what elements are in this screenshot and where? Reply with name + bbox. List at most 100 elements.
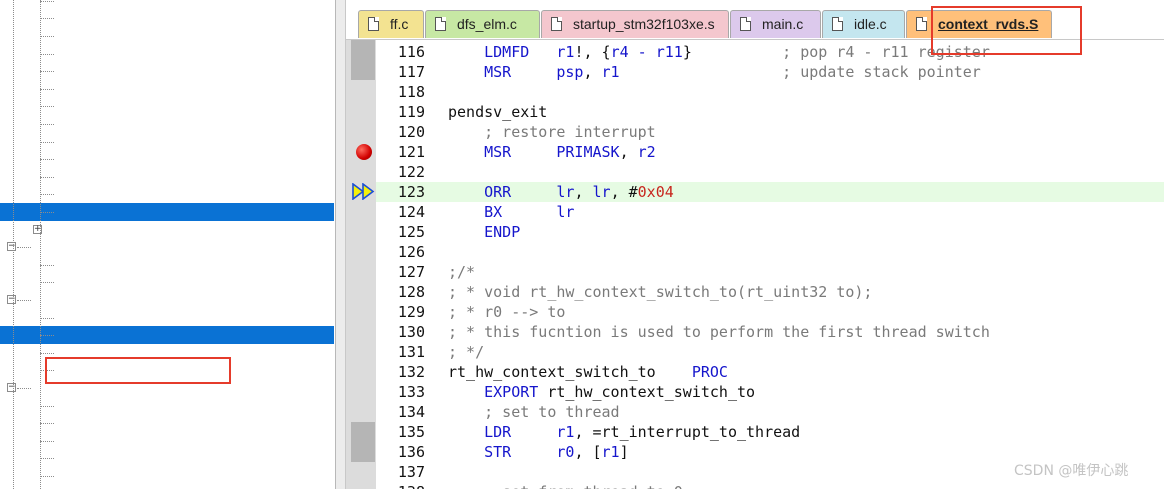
code-line[interactable]: 130 ; * this fucntion is used to perform … bbox=[376, 322, 1164, 342]
tab-startup-stm32f103xe-s[interactable]: startup_stm32f103xe.s bbox=[541, 10, 729, 38]
line-number: 118 bbox=[397, 83, 425, 101]
code-text: ;/* bbox=[448, 263, 476, 281]
collapse-toggle-icon[interactable]: − bbox=[7, 383, 16, 392]
line-number: 135 bbox=[397, 423, 425, 441]
line-number: 127 bbox=[397, 263, 425, 281]
tree-connector bbox=[17, 300, 31, 301]
line-number: 134 bbox=[397, 403, 425, 421]
collapse-toggle-icon[interactable]: − bbox=[7, 295, 16, 304]
code-line[interactable]: 117 MSR psp, r1 ; update stack pointer bbox=[376, 62, 1164, 82]
code-line[interactable]: 119 pendsv_exit bbox=[376, 102, 1164, 122]
tree-connector bbox=[40, 423, 54, 425]
tab-idle-c[interactable]: idle.c bbox=[822, 10, 905, 38]
code-line[interactable]: 134 ; set to thread bbox=[376, 402, 1164, 422]
tab-ff-c[interactable]: ff.c bbox=[358, 10, 424, 38]
tree-connector bbox=[40, 141, 54, 143]
tab-dfs-elm-c[interactable]: dfs_elm.c bbox=[425, 10, 540, 38]
code-line[interactable]: 133 EXPORT rt_hw_context_switch_to bbox=[376, 382, 1164, 402]
watermark: CSDN @唯伊心跳 bbox=[1014, 463, 1129, 479]
line-number: 126 bbox=[397, 243, 425, 261]
code-line[interactable]: 131 ; */ bbox=[376, 342, 1164, 362]
line-number: 131 bbox=[397, 343, 425, 361]
tab-label: dfs_elm.c bbox=[457, 16, 517, 32]
breakpoint-icon[interactable] bbox=[356, 144, 372, 160]
code-line[interactable]: 127 ;/* bbox=[376, 262, 1164, 282]
tree-connector bbox=[40, 124, 54, 125]
line-number: 132 bbox=[397, 363, 425, 381]
code-text: ; * r0 --> to bbox=[448, 303, 566, 321]
tree-connector bbox=[40, 0, 54, 2]
tree-connector bbox=[40, 36, 54, 37]
file-icon bbox=[907, 11, 933, 38]
tree-connector bbox=[40, 440, 54, 442]
code-line[interactable]: 132 rt_hw_context_switch_to PROC bbox=[376, 362, 1164, 382]
tree-connector bbox=[40, 352, 54, 354]
code-line[interactable]: 138 ; set from thread to 0 bbox=[376, 482, 1164, 489]
code-line[interactable]: 128 ; * void rt_hw_context_switch_to(rt_u… bbox=[376, 282, 1164, 302]
line-number: 137 bbox=[397, 463, 425, 481]
code-line[interactable]: 136 STR r0, [r1] bbox=[376, 442, 1164, 462]
code-text: ; */ bbox=[448, 343, 485, 361]
code-line[interactable]: 118 bbox=[376, 82, 1164, 102]
tree-trunk bbox=[13, 0, 14, 489]
line-number: 124 bbox=[397, 203, 425, 221]
code-text: pendsv_exit bbox=[448, 103, 548, 121]
register-row-xpsr[interactable] bbox=[0, 221, 334, 239]
code-line[interactable]: 120 ; restore interrupt bbox=[376, 122, 1164, 142]
tree-connector bbox=[17, 247, 31, 249]
code-text: ORR lr, lr, #0x04 bbox=[484, 183, 674, 201]
register-group-system[interactable] bbox=[0, 291, 334, 309]
code-line[interactable]: 135 LDR r1, =rt_interrupt_to_thread bbox=[376, 422, 1164, 442]
collapse-toggle-icon[interactable]: − bbox=[7, 242, 16, 252]
code-text: rt_hw_context_switch_to PROC bbox=[448, 363, 728, 381]
tree-connector bbox=[40, 71, 54, 73]
tree-connector bbox=[40, 176, 54, 178]
panel-splitter[interactable] bbox=[336, 0, 346, 489]
tree-connector bbox=[40, 53, 54, 55]
code-text: LDR r1, =rt_interrupt_to_thread bbox=[484, 423, 801, 441]
tree-connector bbox=[40, 335, 54, 337]
tree-connector bbox=[40, 282, 54, 284]
code-line[interactable]: 121 MSR PRIMASK, r2 bbox=[376, 142, 1164, 162]
line-number: 133 bbox=[397, 383, 425, 401]
code-line[interactable]: 122 bbox=[376, 162, 1164, 182]
tree-connector bbox=[17, 388, 31, 389]
active-tab-highlight-box bbox=[931, 6, 1082, 55]
code-text: ; set from thread to 0 bbox=[448, 482, 683, 489]
line-number: 121 bbox=[397, 143, 425, 161]
line-number: 138 bbox=[376, 482, 425, 489]
code-text: MSR psp, r1 ; update stack pointer bbox=[484, 63, 981, 81]
tree-connector bbox=[40, 88, 54, 90]
current-line-arrow-icon bbox=[352, 183, 375, 200]
code-line[interactable]: 129 ; * r0 --> to bbox=[376, 302, 1164, 322]
register-group-banked[interactable] bbox=[0, 238, 334, 256]
tree-connector bbox=[40, 458, 54, 460]
tab-main-c[interactable]: main.c bbox=[730, 10, 821, 38]
line-number: 125 bbox=[397, 223, 425, 241]
line-number: 116 bbox=[397, 43, 425, 61]
code-line[interactable]: 124 BX lr bbox=[376, 202, 1164, 222]
code-line[interactable]: 125 ENDP bbox=[376, 222, 1164, 242]
code-text: BX lr bbox=[484, 203, 575, 221]
file-icon bbox=[823, 11, 849, 38]
tree-connector bbox=[40, 194, 54, 196]
code-text: LDMFD r1!, {r4 - r11} ; pop r4 - r11 reg… bbox=[484, 43, 990, 61]
code-text: STR r0, [r1] bbox=[484, 443, 629, 461]
registers-panel: + − − − bbox=[0, 0, 336, 489]
code-line[interactable]: 126 bbox=[376, 242, 1164, 262]
code-text: ; * void rt_hw_context_switch_to(rt_uint… bbox=[448, 283, 873, 301]
file-icon bbox=[542, 11, 568, 38]
tree-connector bbox=[40, 159, 54, 161]
tab-label: idle.c bbox=[854, 16, 887, 32]
file-icon bbox=[359, 11, 385, 38]
line-number: 128 bbox=[397, 283, 425, 301]
code-text: MSR PRIMASK, r2 bbox=[484, 143, 656, 161]
code-editor[interactable]: 116 LDMFD r1!, {r4 - r11} ; pop r4 - r11… bbox=[376, 40, 1164, 489]
tab-label: main.c bbox=[762, 16, 804, 32]
tree-connector bbox=[40, 476, 54, 477]
tree-branch bbox=[40, 0, 41, 489]
line-number: 123 bbox=[397, 183, 425, 201]
line-number: 130 bbox=[397, 323, 425, 341]
code-line-current[interactable]: 123 ORR lr, lr, #0x04 bbox=[376, 182, 1164, 202]
tab-label: startup_stm32f103xe.s bbox=[573, 16, 715, 32]
